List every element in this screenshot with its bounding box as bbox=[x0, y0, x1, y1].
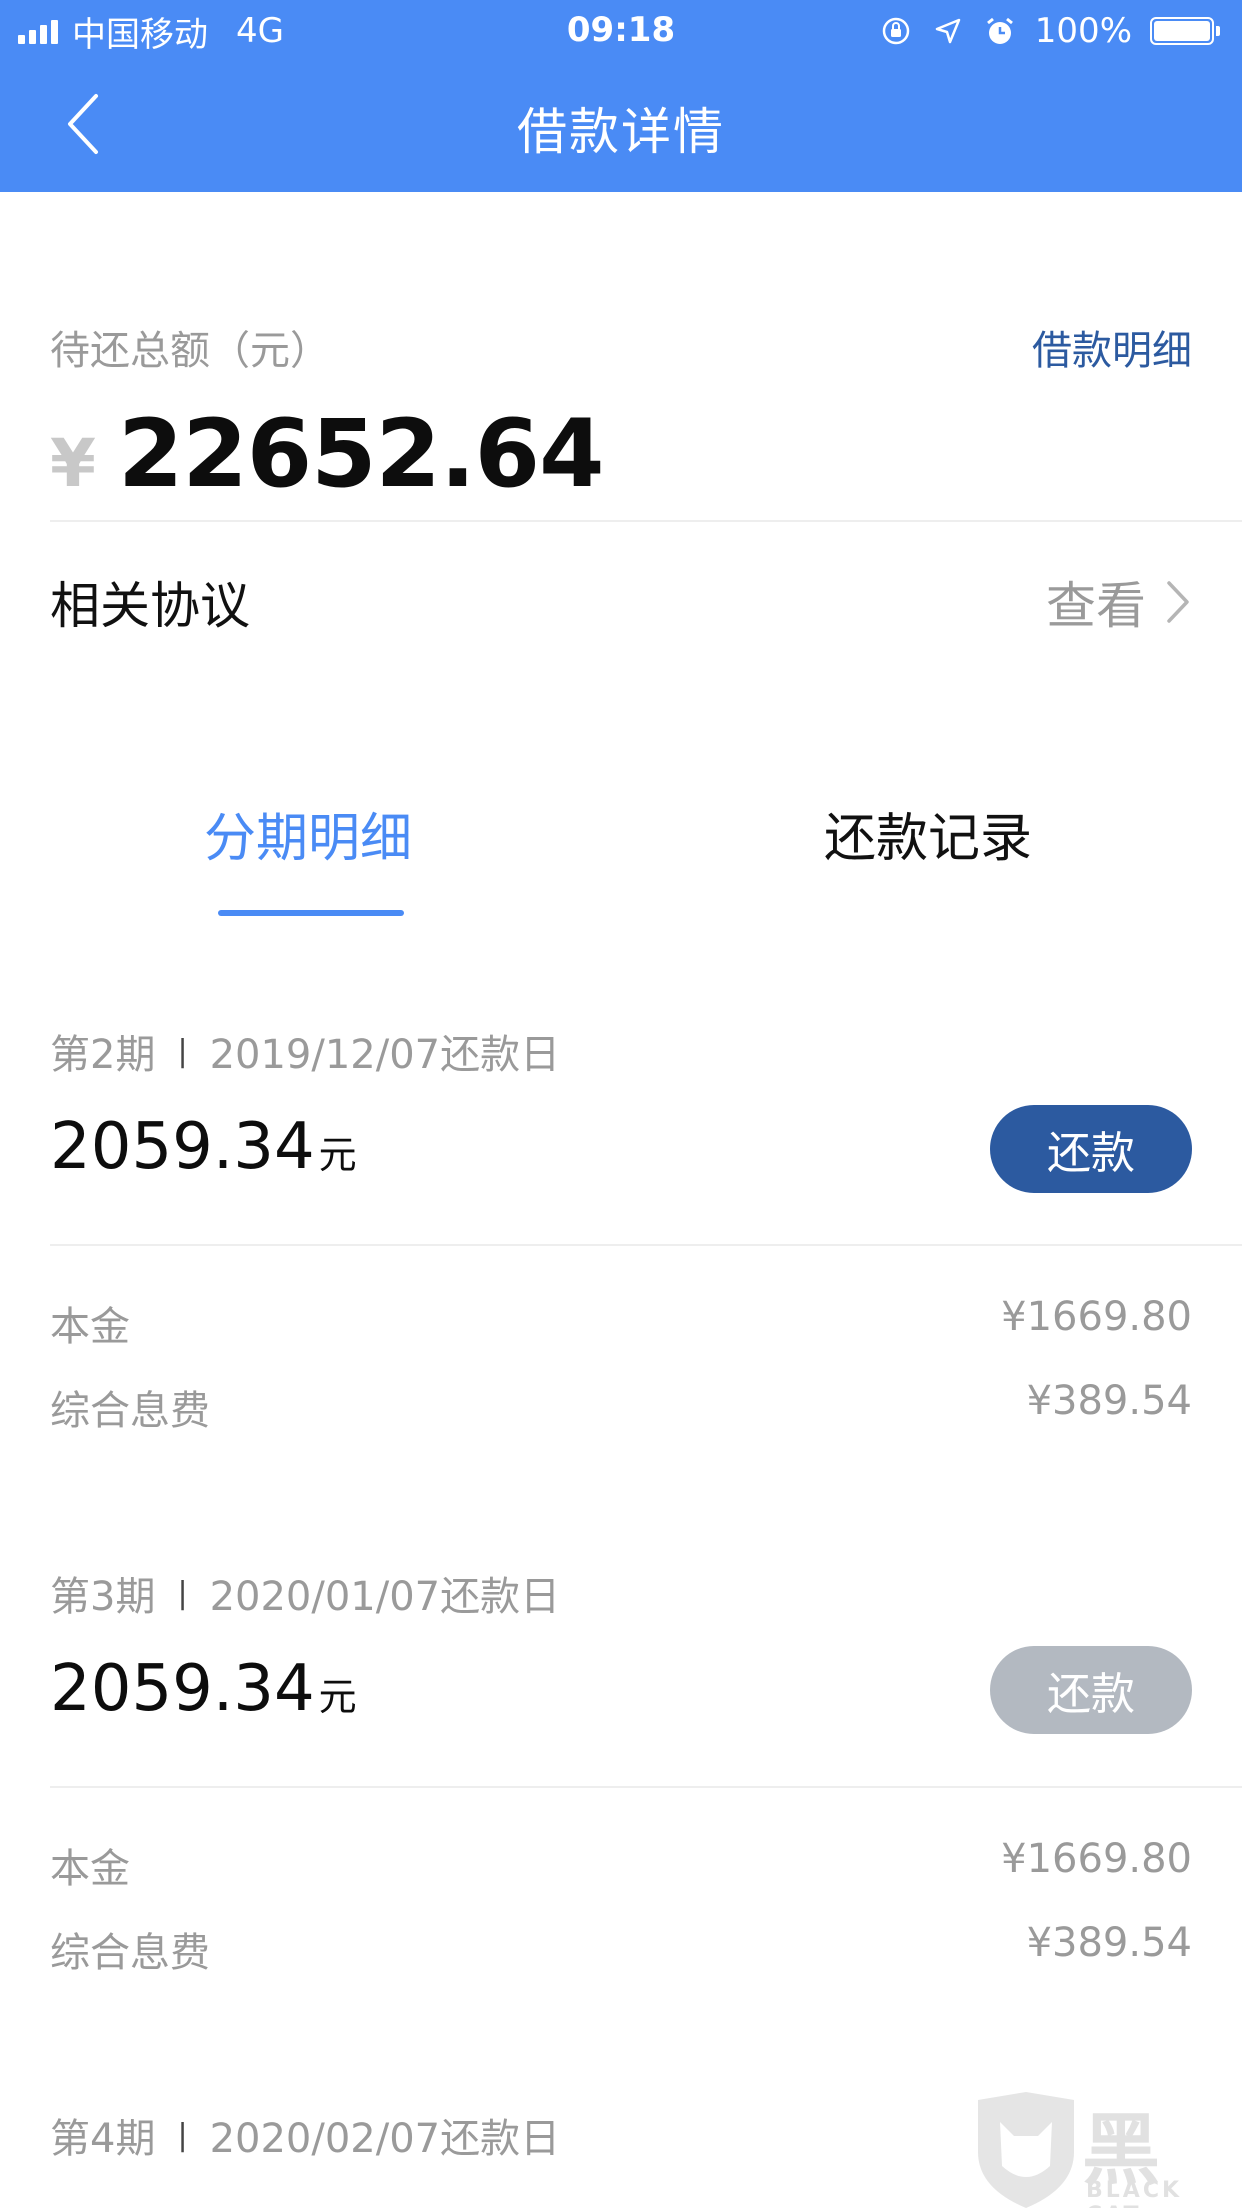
agreement-label: 相关协议 bbox=[50, 577, 250, 635]
divider bbox=[50, 520, 1242, 522]
divider bbox=[50, 1244, 1242, 1246]
nav-bar: 借款详情 bbox=[0, 62, 1242, 192]
installment-amount-unit: 元 bbox=[318, 1675, 357, 1719]
status-bar: 中国移动 4G 09:18 100% bbox=[0, 0, 1242, 62]
installment-header: 第3期 | 2020/01/07还款日 bbox=[50, 1564, 560, 1622]
principal-value: ¥1669.80 bbox=[1001, 1836, 1192, 1882]
location-icon bbox=[935, 18, 961, 44]
installment-header: 第4期 | 2020/02/07还款日 bbox=[50, 2106, 560, 2164]
separator: | bbox=[177, 2117, 188, 2153]
separator: | bbox=[177, 1575, 188, 1611]
principal-row: 本金 ¥1669.80 bbox=[50, 1836, 1192, 1894]
agreement-view[interactable]: 查看 bbox=[1046, 566, 1192, 638]
installment-date: 2020/02/07还款日 bbox=[209, 2116, 561, 2162]
installment-date: 2020/01/07还款日 bbox=[209, 1574, 561, 1620]
principal-row: 本金 ¥1669.80 bbox=[50, 1294, 1192, 1352]
total-due-amount: ¥ 22652.64 bbox=[50, 400, 605, 509]
rotation-lock-icon bbox=[882, 17, 910, 45]
installment-amount-value: 2059.34 bbox=[50, 1110, 315, 1184]
status-right: 100% bbox=[879, 10, 1220, 52]
agreement-row[interactable]: 相关协议 查看 bbox=[50, 560, 1192, 644]
cat-shield-logo-icon bbox=[978, 2092, 1074, 2208]
total-due-value: 22652.64 bbox=[117, 400, 605, 509]
total-due-label: 待还总额（元） bbox=[50, 328, 330, 374]
currency-symbol: ¥ bbox=[50, 425, 96, 502]
separator: | bbox=[177, 1033, 188, 1069]
installment-period: 第4期 bbox=[50, 2116, 156, 2162]
tab-installments[interactable]: 分期明细 bbox=[204, 796, 412, 871]
principal-label: 本金 bbox=[50, 1846, 130, 1892]
repay-button[interactable]: 还款 bbox=[990, 1105, 1192, 1193]
chevron-right-icon bbox=[1167, 581, 1189, 623]
watermark-subtext: BLACK CAT bbox=[1086, 2178, 1183, 2208]
installment-amount-unit: 元 bbox=[318, 1133, 357, 1177]
active-tab-indicator bbox=[218, 910, 404, 916]
tab-repayment-records[interactable]: 还款记录 bbox=[824, 796, 1032, 871]
fee-label: 综合息费 bbox=[50, 1930, 210, 1976]
blackcat-watermark: 黑猫 BLACK CAT bbox=[970, 2088, 1242, 2208]
installment-period: 第3期 bbox=[50, 1574, 156, 1620]
page-title: 借款详情 bbox=[517, 103, 725, 161]
installment-amount-value: 2059.34 bbox=[50, 1652, 315, 1726]
principal-value: ¥1669.80 bbox=[1001, 1294, 1192, 1340]
alarm-icon bbox=[986, 17, 1013, 44]
fee-label: 综合息费 bbox=[50, 1388, 210, 1434]
loan-detail-link[interactable]: 借款明细 bbox=[1032, 318, 1192, 376]
principal-label: 本金 bbox=[50, 1304, 130, 1350]
installment-amount: 2059.34 元 bbox=[50, 1652, 357, 1726]
fee-value: ¥389.54 bbox=[1026, 1920, 1192, 1966]
installment-header: 第2期 | 2019/12/07还款日 bbox=[50, 1022, 560, 1080]
fee-row: 综合息费 ¥389.54 bbox=[50, 1920, 1192, 1978]
installment-period: 第2期 bbox=[50, 1032, 156, 1078]
divider bbox=[50, 1786, 1242, 1788]
agreement-view-label: 查看 bbox=[1046, 577, 1146, 635]
battery-icon bbox=[1150, 17, 1220, 45]
installment-date: 2019/12/07还款日 bbox=[209, 1032, 561, 1078]
top-bar: 中国移动 4G 09:18 100% 借款详情 bbox=[0, 0, 1242, 192]
installment-amount: 2059.34 元 bbox=[50, 1110, 357, 1184]
battery-percent: 100% bbox=[1034, 11, 1132, 51]
repay-button-disabled[interactable]: 还款 bbox=[990, 1646, 1192, 1734]
fee-row: 综合息费 ¥389.54 bbox=[50, 1378, 1192, 1436]
fee-value: ¥389.54 bbox=[1026, 1378, 1192, 1424]
